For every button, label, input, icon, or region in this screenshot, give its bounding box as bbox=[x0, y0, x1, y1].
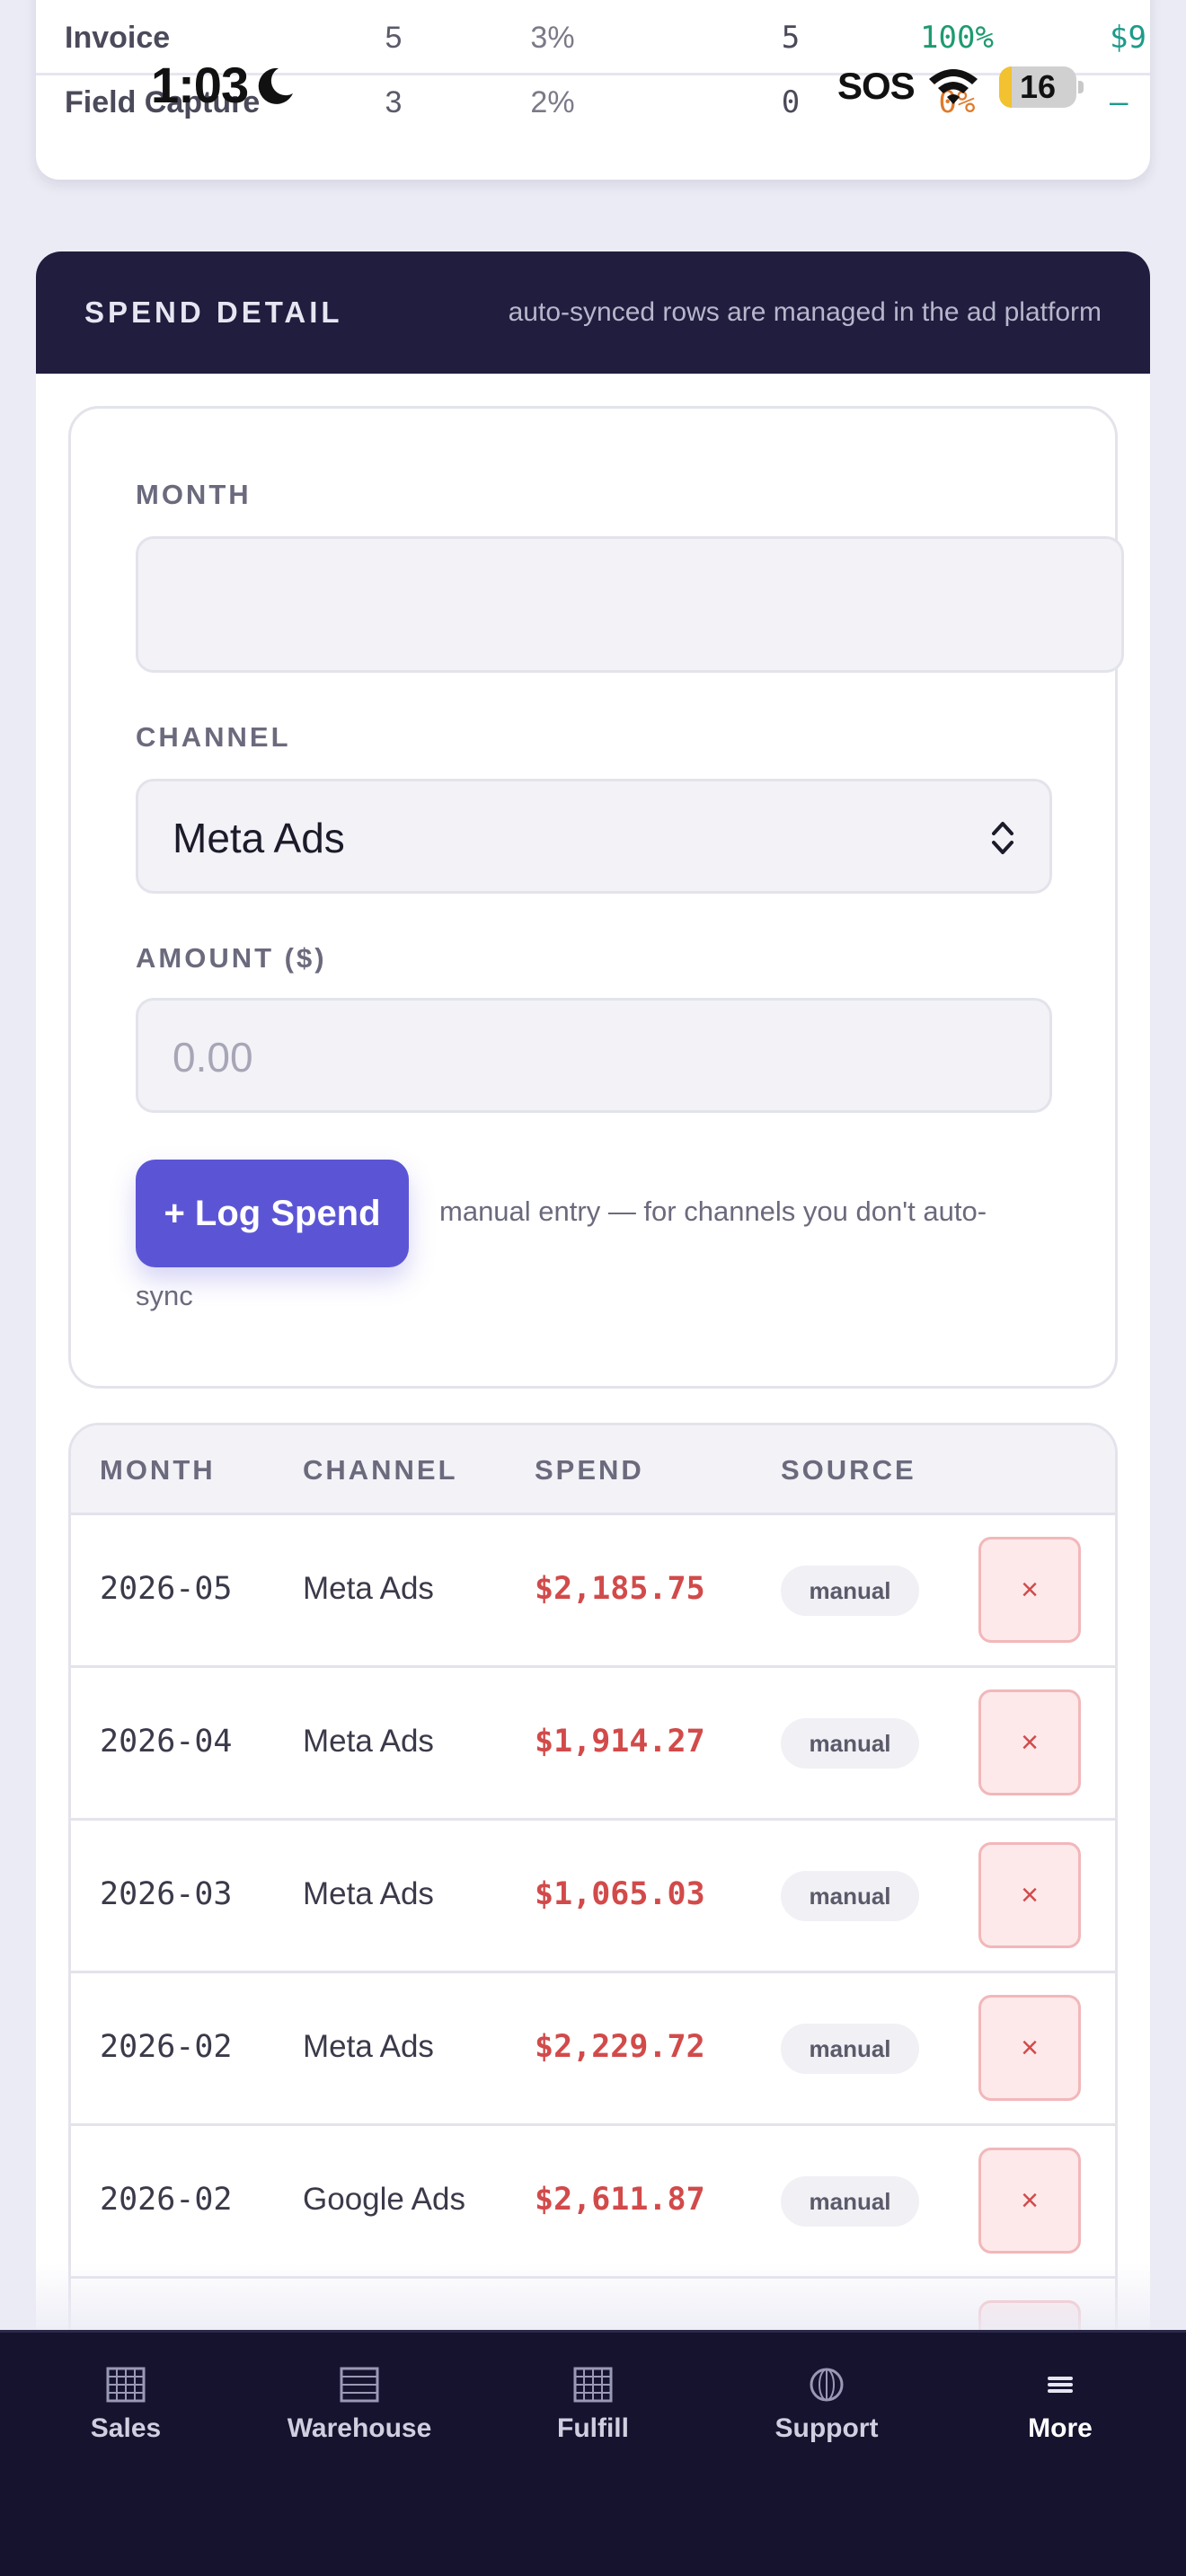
spend-detail-card: SPEND DETAIL auto-synced rows are manage… bbox=[36, 251, 1150, 2576]
summary-share: 3% bbox=[530, 21, 575, 55]
delete-row-button[interactable]: × bbox=[978, 1995, 1081, 2101]
spend-detail-header: SPEND DETAIL auto-synced rows are manage… bbox=[36, 251, 1150, 374]
delete-row-button[interactable]: × bbox=[978, 2148, 1081, 2254]
summary-value: 5 bbox=[385, 21, 403, 55]
row-channel: Meta Ads bbox=[303, 1724, 434, 1759]
nav-item-sales[interactable]: Sales bbox=[36, 2365, 216, 2444]
table-header: MONTH CHANNEL SPEND SOURCE bbox=[71, 1425, 1115, 1515]
summary-share: 2% bbox=[530, 85, 575, 119]
nav-label: Fulfill bbox=[557, 2413, 629, 2443]
chevron-up-down-icon bbox=[992, 822, 1013, 854]
row-spend: $1,914.27 bbox=[535, 1724, 705, 1760]
table-row: 2026-02 Meta Ads $2,229.72 manual × bbox=[71, 1973, 1115, 2126]
table-row: 2026-05 Meta Ads $2,185.75 manual × bbox=[71, 1515, 1115, 1668]
log-spend-form: MONTH CHANNEL Meta Ads AMOUNT ($) 0.00 +… bbox=[68, 406, 1124, 1389]
nav-item-more[interactable]: More bbox=[970, 2365, 1150, 2444]
row-month: 2026-02 bbox=[100, 2029, 233, 2065]
row-channel: Meta Ads bbox=[303, 1876, 434, 1911]
column-header-spend: SPEND bbox=[535, 1454, 644, 1486]
row-spend: $2,229.72 bbox=[535, 2029, 705, 2065]
row-spend: $2,185.75 bbox=[535, 1571, 705, 1607]
battery-tip bbox=[1078, 81, 1084, 93]
delete-row-button[interactable]: × bbox=[978, 1842, 1081, 1948]
column-header-source: SOURCE bbox=[781, 1454, 916, 1486]
column-header-month: MONTH bbox=[100, 1454, 216, 1486]
row-month: 2026-02 bbox=[100, 2182, 233, 2218]
table-row: 2026-03 Meta Ads $1,065.03 manual × bbox=[71, 1821, 1115, 1973]
delete-row-button[interactable]: × bbox=[978, 1537, 1081, 1643]
amount-placeholder: 0.00 bbox=[173, 1034, 253, 1081]
grid-icon bbox=[573, 2367, 613, 2403]
menu-icon bbox=[1048, 2377, 1073, 2393]
spend-detail-title: SPEND DETAIL bbox=[84, 296, 343, 329]
amount-input[interactable]: 0.00 bbox=[136, 998, 1052, 1113]
source-badge: manual bbox=[781, 1871, 919, 1921]
channel-label: CHANNEL bbox=[136, 721, 291, 753]
summary-value: 3 bbox=[385, 85, 403, 119]
manual-entry-note-continued: sync bbox=[136, 1280, 193, 1311]
grid-icon bbox=[106, 2367, 146, 2403]
status-time: 1:03 bbox=[151, 57, 249, 113]
nav-label: Support bbox=[774, 2413, 879, 2443]
summary-channel-name: Invoice bbox=[65, 21, 171, 55]
source-badge: manual bbox=[781, 2176, 919, 2227]
nav-item-fulfill[interactable]: Fulfill bbox=[503, 2365, 683, 2444]
table-row: 2026-02 Google Ads $2,611.87 manual × bbox=[71, 2126, 1115, 2279]
wifi-icon bbox=[929, 69, 978, 104]
month-label: MONTH bbox=[136, 479, 252, 510]
summary-value: 5 bbox=[781, 20, 801, 56]
summary-revenue: $9 bbox=[1110, 20, 1146, 56]
list-icon bbox=[340, 2367, 379, 2403]
spend-detail-note: auto-synced rows are managed in the ad p… bbox=[508, 297, 1102, 327]
row-month: 2026-04 bbox=[100, 1724, 233, 1760]
channel-selected-value: Meta Ads bbox=[173, 815, 345, 861]
nav-label: Warehouse bbox=[287, 2413, 432, 2443]
sos-indicator: SOS bbox=[837, 65, 916, 107]
nav-label: More bbox=[1028, 2413, 1093, 2443]
row-spend: $1,065.03 bbox=[535, 1876, 705, 1912]
source-badge: manual bbox=[781, 1566, 919, 1616]
moon-icon bbox=[258, 67, 293, 104]
row-channel: Meta Ads bbox=[303, 1571, 434, 1606]
month-input[interactable] bbox=[136, 536, 1124, 673]
summary-value: 0 bbox=[781, 84, 801, 120]
manual-entry-note: manual entry — for channels you don't au… bbox=[439, 1195, 987, 1227]
row-month: 2026-05 bbox=[100, 1571, 233, 1607]
amount-label: AMOUNT ($) bbox=[136, 942, 327, 974]
row-channel: Meta Ads bbox=[303, 2029, 434, 2064]
globe-icon bbox=[810, 2368, 844, 2402]
bottom-nav: Sales Warehouse Fulfill Support More bbox=[0, 2330, 1186, 2576]
nav-label: Sales bbox=[90, 2413, 162, 2443]
nav-item-support[interactable]: Support bbox=[737, 2365, 916, 2444]
row-channel: Google Ads bbox=[303, 2182, 465, 2217]
log-spend-button[interactable]: + Log Spend bbox=[136, 1160, 409, 1267]
summary-revenue: – bbox=[1110, 84, 1128, 120]
row-month: 2026-03 bbox=[100, 1876, 233, 1912]
battery-percent: 16 bbox=[1019, 68, 1057, 105]
battery-icon: 16 bbox=[999, 66, 1076, 108]
nav-item-warehouse[interactable]: Warehouse bbox=[270, 2365, 449, 2444]
channel-select[interactable]: Meta Ads bbox=[136, 779, 1052, 894]
column-header-channel: CHANNEL bbox=[303, 1454, 458, 1486]
summary-rate: 100% bbox=[920, 20, 994, 56]
row-spend: $2,611.87 bbox=[535, 2182, 705, 2218]
scroll-fade bbox=[0, 2263, 1186, 2330]
source-badge: manual bbox=[781, 2024, 919, 2074]
source-badge: manual bbox=[781, 1718, 919, 1769]
table-row: 2026-04 Meta Ads $1,914.27 manual × bbox=[71, 1668, 1115, 1821]
delete-row-button[interactable]: × bbox=[978, 1689, 1081, 1795]
